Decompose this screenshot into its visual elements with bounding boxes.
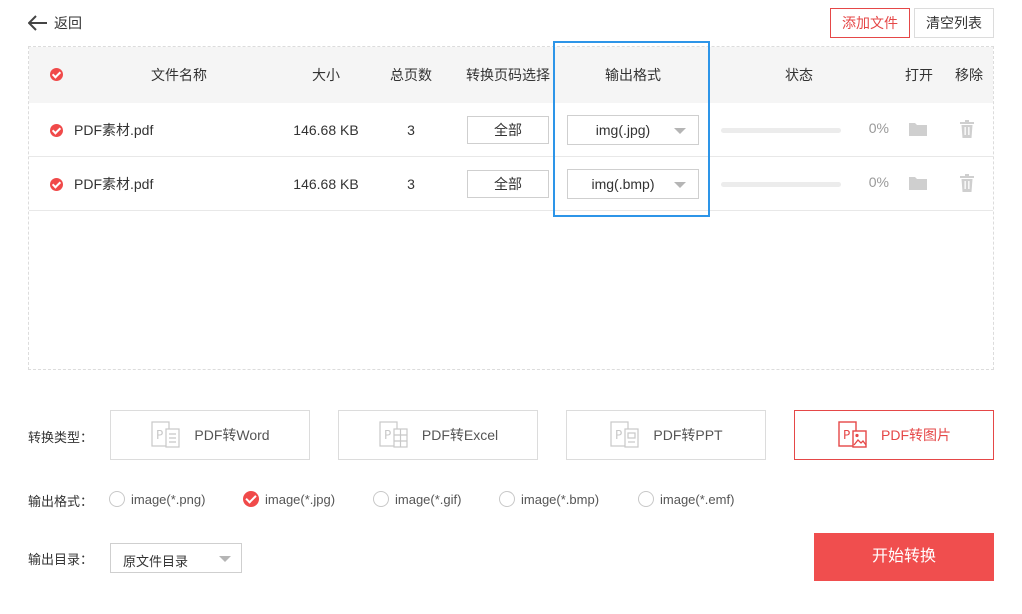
- back-label: 返回: [54, 15, 82, 31]
- convert-pdf-image-button[interactable]: P PDF转图片: [794, 410, 994, 460]
- file-list: 文件名称 大小 总页数 转换页码选择 输出格式 状态 打开 移除 PDF素材.p…: [28, 46, 994, 370]
- chevron-down-icon: [219, 556, 231, 562]
- svg-text:P: P: [615, 428, 622, 442]
- convert-pdf-word-button[interactable]: P PDF转Word: [110, 410, 310, 460]
- svg-text:P: P: [843, 428, 850, 442]
- format-radio-jpg[interactable]: image(*.jpg): [243, 491, 335, 507]
- svg-text:P: P: [384, 428, 391, 442]
- trash-icon[interactable]: [959, 120, 975, 138]
- radio-circle: [109, 491, 125, 507]
- convert-type-label-text: PDF转Excel: [421, 427, 499, 443]
- radio-circle: [638, 491, 654, 507]
- col-name: 文件名称: [151, 67, 207, 83]
- radio-label: image(*.png): [131, 491, 206, 507]
- col-size: 大小: [312, 67, 340, 83]
- radio-checked-icon: [243, 491, 259, 507]
- convert-pdf-excel-button[interactable]: P PDF转Excel: [338, 410, 538, 460]
- start-convert-button[interactable]: 开始转换: [814, 533, 994, 581]
- format-radio-emf[interactable]: image(*.emf): [638, 491, 734, 507]
- convert-type-label: 转换类型：: [28, 430, 94, 445]
- radio-label: image(*.jpg): [265, 491, 336, 507]
- pdf-excel-icon: P: [379, 421, 408, 448]
- select-all-checkbox[interactable]: [50, 68, 63, 81]
- col-open: 打开: [905, 67, 933, 83]
- pdf-image-icon: P: [838, 421, 867, 448]
- pdf-ppt-icon: P: [610, 421, 639, 448]
- convert-type-label-text: PDF转图片: [881, 427, 951, 443]
- table-header: 文件名称 大小 总页数 转换页码选择 输出格式 状态 打开 移除: [29, 47, 993, 103]
- convert-type-label-text: PDF转Word: [194, 427, 270, 443]
- radio-circle: [373, 491, 389, 507]
- trash-icon[interactable]: [959, 174, 975, 192]
- progress-percent: 0%: [868, 174, 889, 190]
- arrow-left-icon: [28, 15, 47, 31]
- format-radio-png[interactable]: image(*.png): [109, 491, 205, 507]
- add-file-button[interactable]: 添加文件: [830, 8, 910, 38]
- output-dir-value: 原文件目录: [123, 554, 189, 569]
- format-radio-gif[interactable]: image(*.gif): [373, 491, 461, 507]
- page-count: 3: [407, 176, 415, 192]
- row-checkbox[interactable]: [50, 124, 63, 137]
- radio-label: image(*.gif): [395, 491, 462, 507]
- convert-pdf-ppt-button[interactable]: P PDF转PPT: [566, 410, 766, 460]
- row-checkbox[interactable]: [50, 178, 63, 191]
- file-name: PDF素材.pdf: [74, 122, 154, 138]
- col-remove: 移除: [955, 67, 983, 83]
- folder-icon[interactable]: [908, 121, 928, 137]
- radio-label: image(*.emf): [660, 491, 735, 507]
- radio-circle: [499, 491, 515, 507]
- col-page-select: 转换页码选择: [466, 67, 550, 83]
- progress-bar: [721, 128, 841, 133]
- file-size: 146.68 KB: [293, 122, 359, 138]
- col-status: 状态: [785, 67, 813, 83]
- folder-icon[interactable]: [908, 175, 928, 191]
- output-format-label: 输出格式：: [28, 494, 94, 509]
- convert-type-label-text: PDF转PPT: [653, 427, 723, 443]
- page-count: 3: [407, 122, 415, 138]
- format-radio-bmp[interactable]: image(*.bmp): [499, 491, 599, 507]
- file-size: 146.68 KB: [293, 176, 359, 192]
- clear-list-button[interactable]: 清空列表: [914, 8, 994, 38]
- output-dir-select[interactable]: 原文件目录: [110, 543, 242, 573]
- progress-bar: [721, 182, 841, 187]
- page-range-button[interactable]: 全部: [467, 170, 549, 198]
- output-dir-label: 输出目录：: [28, 552, 94, 567]
- svg-text:P: P: [156, 428, 163, 442]
- col-pages: 总页数: [390, 67, 432, 83]
- table-row: PDF素材.pdf 146.68 KB 3 全部 img(.bmp) 0%: [29, 157, 993, 211]
- progress-percent: 0%: [868, 120, 889, 136]
- output-format-highlight: [553, 41, 710, 217]
- pdf-word-icon: P: [151, 421, 180, 448]
- page-range-button[interactable]: 全部: [467, 116, 549, 144]
- radio-label: image(*.bmp): [521, 491, 600, 507]
- back-button[interactable]: 返回: [28, 13, 82, 33]
- table-row: PDF素材.pdf 146.68 KB 3 全部 img(.jpg) 0%: [29, 103, 993, 157]
- file-name: PDF素材.pdf: [74, 176, 154, 192]
